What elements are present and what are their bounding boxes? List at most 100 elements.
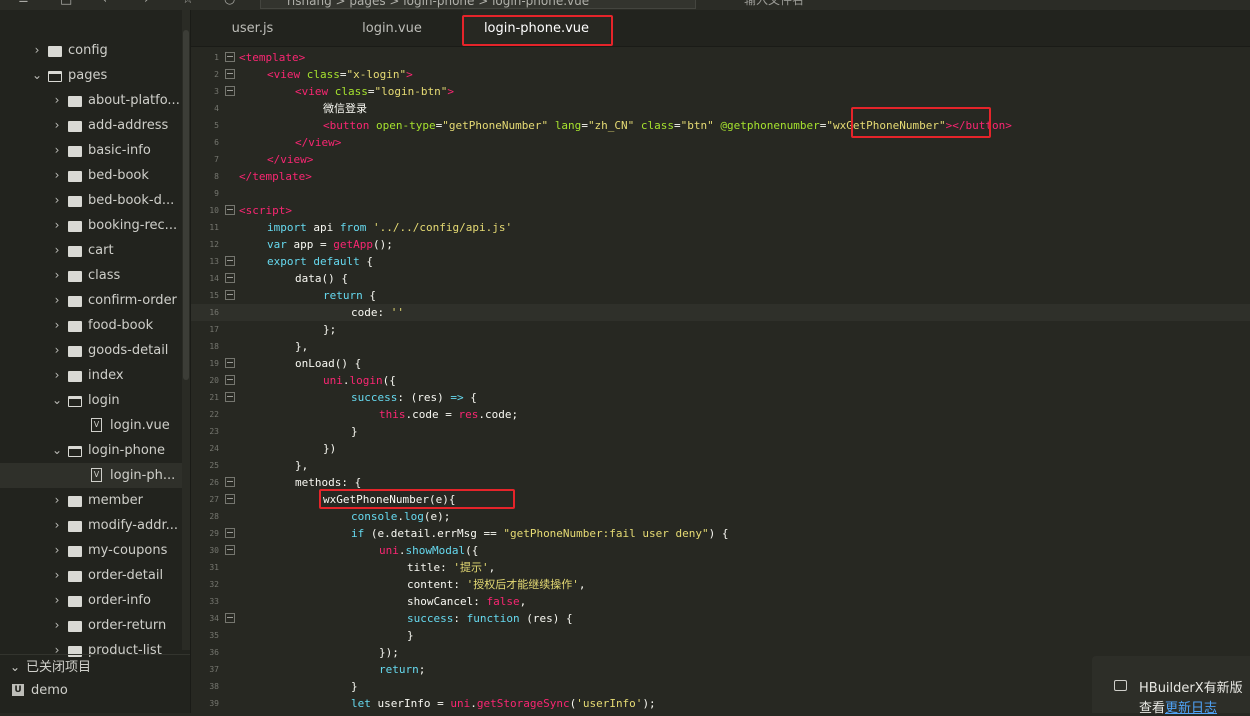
code-line[interactable]: 15 return { bbox=[191, 287, 1250, 304]
code-line[interactable]: 33 showCancel: false, bbox=[191, 593, 1250, 610]
fold-icon[interactable] bbox=[225, 273, 235, 283]
code-line[interactable]: 7 </view> bbox=[191, 151, 1250, 168]
chevron-right-icon[interactable]: › bbox=[52, 188, 62, 213]
tree-item[interactable]: › modify-addr... bbox=[0, 513, 182, 538]
code-line[interactable]: 4 微信登录 bbox=[191, 100, 1250, 117]
chevron-right-icon[interactable]: › bbox=[52, 88, 62, 113]
chevron-right-icon[interactable]: › bbox=[52, 613, 62, 638]
chevron-right-icon[interactable]: › bbox=[32, 38, 42, 63]
chevron-right-icon[interactable]: › bbox=[52, 213, 62, 238]
tree-item[interactable]: ⌄ login-phone bbox=[0, 438, 182, 463]
tree-item[interactable]: › food-book bbox=[0, 313, 182, 338]
tree-item[interactable]: › order-info bbox=[0, 588, 182, 613]
tab-login-vue[interactable]: login.vue bbox=[329, 10, 455, 46]
code-line[interactable]: 12 var app = getApp(); bbox=[191, 236, 1250, 253]
tree-item[interactable]: Vlogin-ph... bbox=[0, 463, 182, 488]
code-line[interactable]: 35} bbox=[191, 627, 1250, 644]
chevron-down-icon[interactable]: ⌄ bbox=[52, 438, 62, 463]
chevron-right-icon[interactable]: › bbox=[52, 313, 62, 338]
tree-item[interactable]: Vlogin.vue bbox=[0, 413, 182, 438]
fold-icon[interactable] bbox=[225, 477, 235, 487]
chevron-right-icon[interactable]: › bbox=[52, 513, 62, 538]
fold-icon[interactable] bbox=[225, 494, 235, 504]
tree-item[interactable]: › my-coupons bbox=[0, 538, 182, 563]
fold-icon[interactable] bbox=[225, 290, 235, 300]
tree-item[interactable]: › order-detail bbox=[0, 563, 182, 588]
tab-user-js[interactable]: user.js bbox=[191, 10, 314, 46]
tree-item[interactable]: › booking-rec... bbox=[0, 213, 182, 238]
tree-item[interactable]: › basic-info bbox=[0, 138, 182, 163]
update-notification[interactable]: HBuilderX有新版 查看更新日志 bbox=[1092, 656, 1250, 716]
tree-item[interactable]: › class bbox=[0, 263, 182, 288]
breadcrumb[interactable]: rishang > pages > login-phone > login-ph… bbox=[260, 0, 696, 9]
chevron-right-icon[interactable]: › bbox=[52, 588, 62, 613]
code-line[interactable]: 16 code: '' bbox=[191, 304, 1250, 321]
code-line[interactable]: 11 import api from '../../config/api.js' bbox=[191, 219, 1250, 236]
code-line[interactable]: 22 this.code = res.code; bbox=[191, 406, 1250, 423]
fold-icon[interactable] bbox=[225, 392, 235, 402]
history-icon[interactable]: ◷ bbox=[224, 0, 235, 7]
code-line[interactable]: 20 uni.login({ bbox=[191, 372, 1250, 389]
tree-item[interactable]: › add-address bbox=[0, 113, 182, 138]
chevron-right-icon[interactable]: › bbox=[52, 238, 62, 263]
code-editor[interactable]: 1 <template> 2 <view class="x-login"> 3 <view… bbox=[191, 47, 1250, 713]
tree-item[interactable]: › goods-detail bbox=[0, 338, 182, 363]
fold-icon[interactable] bbox=[225, 545, 235, 555]
chevron-down-icon[interactable]: ⌄ bbox=[52, 388, 62, 413]
project-demo[interactable]: U demo bbox=[0, 678, 190, 703]
chevron-right-icon[interactable]: › bbox=[52, 138, 62, 163]
tree-item[interactable]: ⌄ login bbox=[0, 388, 182, 413]
code-line[interactable]: 1 <template> bbox=[191, 49, 1250, 66]
star-icon[interactable]: ☆ bbox=[182, 0, 194, 7]
code-line[interactable]: 8 </template> bbox=[191, 168, 1250, 185]
code-line[interactable]: 21 success: (res) => { bbox=[191, 389, 1250, 406]
chevron-right-icon[interactable]: › bbox=[52, 488, 62, 513]
tree-item[interactable]: › confirm-order bbox=[0, 288, 182, 313]
tree-item[interactable]: › index bbox=[0, 363, 182, 388]
chevron-right-icon[interactable]: › bbox=[52, 163, 62, 188]
code-line[interactable]: 17}; bbox=[191, 321, 1250, 338]
fold-icon[interactable] bbox=[225, 358, 235, 368]
code-line[interactable]: 25}, bbox=[191, 457, 1250, 474]
code-line[interactable]: 6 </view> bbox=[191, 134, 1250, 151]
fold-icon[interactable] bbox=[225, 375, 235, 385]
tree-item[interactable]: ⌄ pages bbox=[0, 63, 182, 88]
chevron-right-icon[interactable]: › bbox=[52, 113, 62, 138]
code-line[interactable]: 13 export default { bbox=[191, 253, 1250, 270]
tree-item[interactable]: › about-platfo... bbox=[0, 88, 182, 113]
back-icon[interactable]: ‹ bbox=[102, 0, 107, 7]
forward-icon[interactable]: › bbox=[144, 0, 149, 7]
scrollbar-thumb[interactable] bbox=[183, 30, 189, 380]
chevron-right-icon[interactable]: › bbox=[52, 288, 62, 313]
code-line[interactable]: 18}, bbox=[191, 338, 1250, 355]
menu-icon[interactable]: ≡ bbox=[18, 0, 29, 7]
tree-item[interactable]: › member bbox=[0, 488, 182, 513]
file-search-input[interactable]: 输入文件名 bbox=[704, 0, 1250, 9]
tree-item[interactable]: › bed-book bbox=[0, 163, 182, 188]
changelog-link[interactable]: 更新日志 bbox=[1165, 701, 1217, 716]
chevron-right-icon[interactable]: › bbox=[52, 263, 62, 288]
chevron-right-icon[interactable]: › bbox=[52, 538, 62, 563]
tree-item[interactable]: › cart bbox=[0, 238, 182, 263]
code-line[interactable]: 3 <view class="login-btn"> bbox=[191, 83, 1250, 100]
sidebar-scrollbar[interactable] bbox=[182, 10, 190, 650]
tree-item[interactable]: › bed-book-d... bbox=[0, 188, 182, 213]
code-line[interactable]: 29 if (e.detail.errMsg == "getPhoneNumber… bbox=[191, 525, 1250, 542]
fold-icon[interactable] bbox=[225, 69, 235, 79]
chevron-right-icon[interactable]: › bbox=[52, 563, 62, 588]
chevron-right-icon[interactable]: › bbox=[52, 338, 62, 363]
code-line[interactable]: 23} bbox=[191, 423, 1250, 440]
code-line[interactable]: 9 bbox=[191, 185, 1250, 202]
code-line[interactable]: 5 <button open-type = "getPhoneNumber" lang… bbox=[191, 117, 1250, 134]
code-line[interactable]: 28 console.log(e); bbox=[191, 508, 1250, 525]
chevron-down-icon[interactable]: ⌄ bbox=[32, 63, 42, 88]
new-file-icon[interactable]: □ bbox=[60, 0, 72, 7]
fold-icon[interactable] bbox=[225, 86, 235, 96]
code-line[interactable]: 2 <view class="x-login"> bbox=[191, 66, 1250, 83]
fold-icon[interactable] bbox=[225, 613, 235, 623]
closed-projects-header[interactable]: ⌄ 已关闭项目 bbox=[0, 654, 190, 680]
code-line[interactable]: 24}) bbox=[191, 440, 1250, 457]
code-line[interactable]: 14 data() { bbox=[191, 270, 1250, 287]
chevron-right-icon[interactable]: › bbox=[52, 363, 62, 388]
fold-icon[interactable] bbox=[225, 52, 235, 62]
